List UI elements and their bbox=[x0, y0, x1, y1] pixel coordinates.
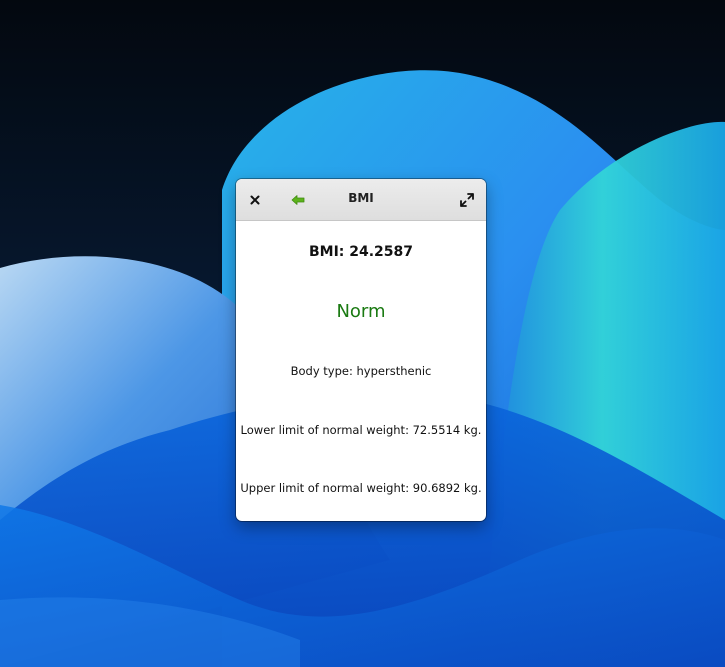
window-title: BMI bbox=[348, 191, 374, 205]
maximize-button[interactable] bbox=[455, 188, 479, 212]
bmi-status-label: Norm bbox=[336, 301, 386, 322]
bmi-value-label: BMI: 24.2587 bbox=[308, 244, 414, 260]
title-bar: BMI bbox=[236, 179, 486, 221]
bmi-window: BMI BMI: 24.2587 Norm Body type: hyperst… bbox=[236, 179, 486, 521]
upper-limit-label: Upper limit of normal weight: 90.6892 kg… bbox=[240, 481, 482, 495]
lower-limit-label: Lower limit of normal weight: 72.5514 kg… bbox=[240, 423, 482, 437]
result-panel: BMI: 24.2587 Norm Body type: hyperstheni… bbox=[236, 221, 486, 521]
maximize-icon bbox=[460, 193, 474, 207]
desktop: BMI BMI: 24.2587 Norm Body type: hyperst… bbox=[0, 0, 725, 667]
body-type-label: Body type: hypersthenic bbox=[290, 364, 432, 378]
